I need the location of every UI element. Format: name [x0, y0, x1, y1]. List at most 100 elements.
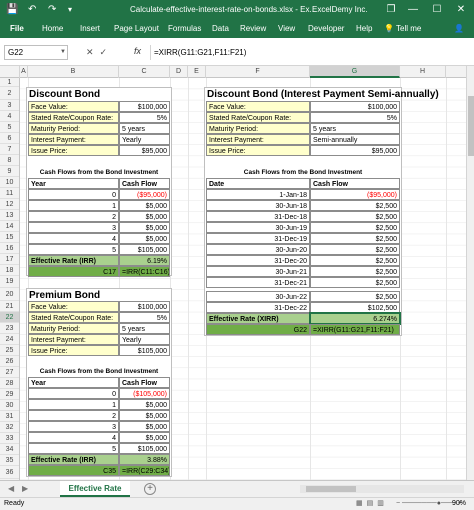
row-header-20[interactable]: 20	[0, 288, 19, 301]
sheet-tab-effective-rate[interactable]: Effective Rate	[60, 481, 130, 497]
tab-home[interactable]: Home	[42, 23, 63, 35]
tab-insert[interactable]: Insert	[80, 23, 100, 35]
db-label-rate[interactable]: Stated Rate/Coupon Rate:	[28, 112, 119, 123]
db-value-rate[interactable]: 5%	[119, 112, 170, 123]
pb-year-3[interactable]: 3	[28, 421, 119, 432]
row-header-10[interactable]: 10	[0, 177, 19, 188]
column-header-e[interactable]: E	[188, 66, 206, 78]
zoom-level[interactable]: 90%	[452, 498, 466, 510]
redo-icon[interactable]: ↷	[48, 3, 56, 17]
row-header-29[interactable]: 29	[0, 389, 19, 400]
row-header-9[interactable]: 9	[0, 166, 19, 177]
pb-year-5[interactable]: 5	[28, 443, 119, 454]
pb-label-issue[interactable]: Issue Price:	[28, 345, 119, 356]
pb-year-0[interactable]: 0	[28, 388, 119, 399]
row-header-2[interactable]: 2	[0, 87, 19, 100]
db-effective-rate-label[interactable]: Effective Rate (IRR)	[28, 255, 119, 266]
row-header-18[interactable]: 18	[0, 265, 19, 276]
view-buttons[interactable]: ▦▤▥	[356, 498, 388, 510]
row-header-17[interactable]: 17	[0, 254, 19, 265]
sb-cf-4[interactable]: $2,500	[310, 233, 400, 244]
db-label-issue[interactable]: Issue Price:	[28, 145, 119, 156]
next-sheet-icon[interactable]: ▶	[22, 484, 28, 493]
sb-date-5[interactable]: 30-Jun-20	[206, 244, 310, 255]
column-header-h[interactable]: H	[400, 66, 446, 78]
row-header-13[interactable]: 13	[0, 210, 19, 221]
pb-year-4[interactable]: 4	[28, 432, 119, 443]
row-header-4[interactable]: 4	[0, 111, 19, 122]
user-name[interactable]: ExcelDemy Inc.	[312, 4, 368, 16]
db-cf-3[interactable]: $5,000	[119, 222, 170, 233]
row-header-3[interactable]: 3	[0, 100, 19, 111]
pb-cf-3[interactable]: $5,000	[119, 421, 170, 432]
pb-label-face[interactable]: Face Value:	[28, 301, 119, 312]
row-header-36[interactable]: 36	[0, 466, 19, 479]
db-header-year[interactable]: Year	[28, 178, 119, 189]
db-cf-0[interactable]: ($95,000)	[119, 189, 170, 200]
row-header-7[interactable]: 7	[0, 144, 19, 155]
row-header-26[interactable]: 26	[0, 356, 19, 367]
sb-value-interest[interactable]: Semi-annually	[310, 134, 400, 145]
pb-cf-0[interactable]: ($105,000)	[119, 388, 170, 399]
tab-view[interactable]: View	[278, 23, 295, 35]
pb-label-maturity[interactable]: Maturity Period:	[28, 323, 119, 334]
row-header-24[interactable]: 24	[0, 334, 19, 345]
row-header-6[interactable]: 6	[0, 133, 19, 144]
db-cf-4[interactable]: $5,000	[119, 233, 170, 244]
zoom-out-icon[interactable]: −	[396, 500, 400, 507]
sb-cf-2[interactable]: $2,500	[310, 211, 400, 222]
sb-value-rate[interactable]: 5%	[310, 112, 400, 123]
column-header-b[interactable]: B	[28, 66, 119, 78]
sb-date-10[interactable]: 31-Dec-22	[206, 302, 310, 313]
column-header-d[interactable]: D	[170, 66, 188, 78]
db-value-face[interactable]: $100,000	[119, 101, 170, 112]
pb-year-1[interactable]: 1	[28, 399, 119, 410]
pb-value-maturity[interactable]: 5 years	[119, 323, 170, 334]
sb-label-maturity[interactable]: Maturity Period:	[206, 123, 310, 134]
row-header-27[interactable]: 27	[0, 367, 19, 378]
row-header-31[interactable]: 31	[0, 411, 19, 422]
customize-quick-access-icon[interactable]: ▾	[68, 3, 72, 17]
pb-effective-rate-label[interactable]: Effective Rate (IRR)	[28, 454, 119, 465]
chevron-down-icon[interactable]: ▼	[60, 49, 66, 55]
horizontal-scroll-thumb[interactable]	[306, 486, 356, 492]
undo-icon[interactable]: ↶	[28, 3, 36, 17]
sb-cf-8[interactable]: $2,500	[310, 277, 400, 288]
row-header-22[interactable]: 22	[0, 312, 19, 323]
sb-cf-5[interactable]: $2,500	[310, 244, 400, 255]
horizontal-scrollbar[interactable]	[300, 485, 464, 493]
sb-effective-rate-label[interactable]: Effective Rate (XIRR)	[206, 313, 310, 324]
vertical-scroll-thumb[interactable]	[468, 96, 474, 156]
sb-cf-0[interactable]: ($95,000)	[310, 189, 400, 200]
column-header-g[interactable]: G	[310, 66, 400, 78]
pb-cf-4[interactable]: $5,000	[119, 432, 170, 443]
row-header-32[interactable]: 32	[0, 422, 19, 433]
cancel-icon[interactable]: ✕	[86, 47, 100, 57]
db-cf-1[interactable]: $5,000	[119, 200, 170, 211]
sb-cf-1[interactable]: $2,500	[310, 200, 400, 211]
tab-data[interactable]: Data	[212, 23, 229, 35]
db-value-interest[interactable]: Yearly	[119, 134, 170, 145]
formula-input[interactable]: =XIRR(G11:G21,F11:F21)	[150, 45, 466, 60]
pb-value-issue[interactable]: $105,000	[119, 345, 170, 356]
pb-label-interest[interactable]: Interest Payment:	[28, 334, 119, 345]
db-cf-2[interactable]: $5,000	[119, 211, 170, 222]
ribbon-display-icon[interactable]: ❐	[382, 2, 400, 18]
row-header-19[interactable]: 19	[0, 276, 19, 288]
close-button[interactable]: ✕	[452, 2, 470, 18]
pb-effective-rate-value[interactable]: 3.88%	[119, 454, 170, 465]
row-header-35[interactable]: 35	[0, 455, 19, 466]
db-label-interest[interactable]: Interest Payment:	[28, 134, 119, 145]
share-icon[interactable]: 👤	[454, 23, 464, 35]
pb-header-year[interactable]: Year	[28, 377, 119, 388]
row-header-33[interactable]: 33	[0, 433, 19, 444]
db-label-face[interactable]: Face Value:	[28, 101, 119, 112]
pb-value-interest[interactable]: Yearly	[119, 334, 170, 345]
sb-cf-3[interactable]: $2,500	[310, 222, 400, 233]
sb-date-9[interactable]: 30-Jun-22	[206, 291, 310, 302]
tab-developer[interactable]: Developer	[308, 23, 344, 35]
pb-value-rate[interactable]: 5%	[119, 312, 170, 323]
db-year-3[interactable]: 3	[28, 222, 119, 233]
db-year-5[interactable]: 5	[28, 244, 119, 255]
db-label-maturity[interactable]: Maturity Period:	[28, 123, 119, 134]
